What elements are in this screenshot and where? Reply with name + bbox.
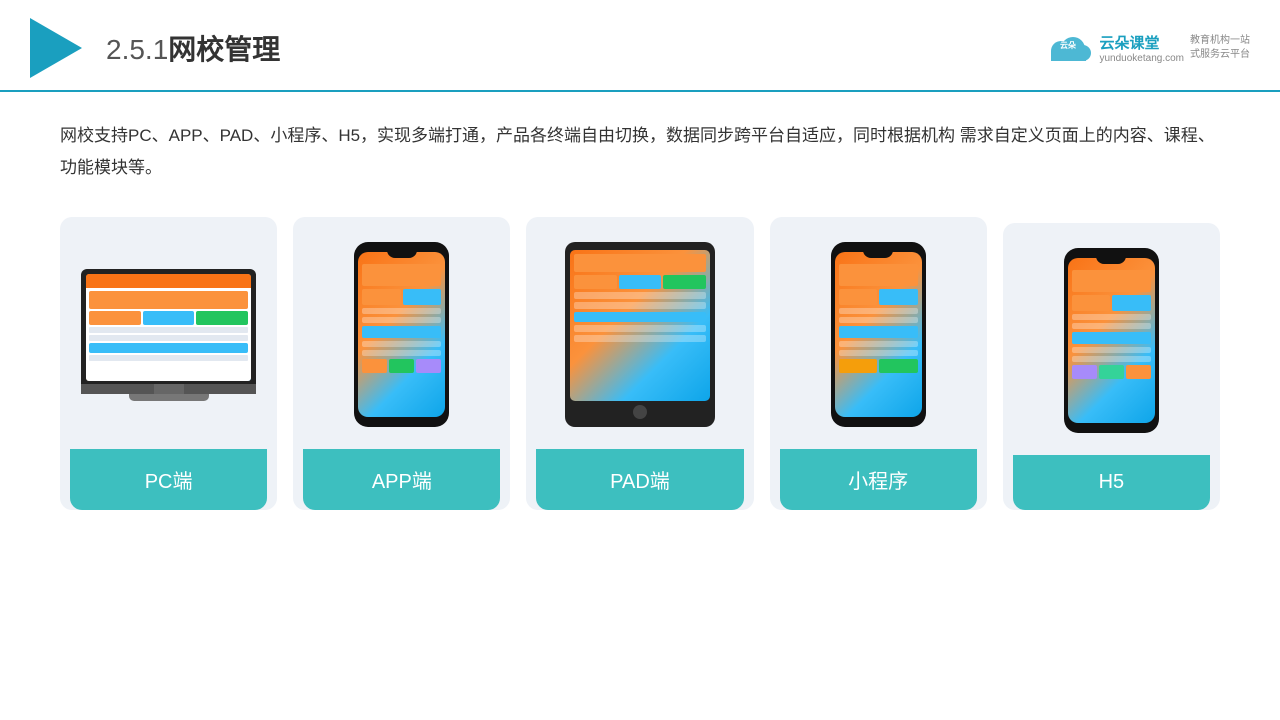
- svg-text:云朵: 云朵: [1060, 40, 1076, 50]
- h5-device-area: [1013, 241, 1210, 441]
- title-text: 网校管理: [168, 34, 280, 65]
- pc-screen-inner: [86, 274, 251, 381]
- app-phone: [354, 242, 449, 427]
- miniapp-phone-notch: [863, 250, 893, 258]
- header-left: 2.5.1网校管理: [30, 18, 280, 78]
- tablet-screen-content: [574, 254, 706, 342]
- miniapp-phone: [831, 242, 926, 427]
- page-header: 2.5.1网校管理 云朵 云朵课堂 yunduoketang.com 教育机构一…: [0, 0, 1280, 92]
- pc-base: [81, 384, 256, 394]
- cloud-icon: 云朵: [1043, 31, 1093, 66]
- miniapp-phone-screen: [835, 252, 922, 417]
- h5-phone: [1064, 248, 1159, 433]
- card-pad: PAD端: [526, 217, 753, 510]
- miniapp-phone-screen-content: [839, 264, 918, 373]
- h5-phone-screen: [1068, 258, 1155, 423]
- device-cards-container: PC端: [60, 217, 1220, 510]
- pc-device-area: [70, 235, 267, 435]
- brand-name: 云朵课堂: [1099, 32, 1184, 53]
- phone-screen: [358, 252, 445, 417]
- h5-phone-notch: [1096, 256, 1126, 264]
- logo-triangle-icon: [30, 18, 82, 78]
- miniapp-device-area: [780, 235, 977, 435]
- brand-text-block: 云朵课堂 yunduoketang.com: [1099, 32, 1184, 64]
- card-pc: PC端: [60, 217, 277, 510]
- card-miniapp: 小程序: [770, 217, 987, 510]
- page-title: 2.5.1网校管理: [106, 28, 280, 68]
- card-pc-label: PC端: [70, 449, 267, 510]
- pad-tablet: [565, 242, 715, 427]
- phone-screen-content: [362, 264, 441, 373]
- card-h5-label: H5: [1013, 455, 1210, 510]
- tablet-home-button: [633, 405, 647, 419]
- card-h5: H5: [1003, 223, 1220, 510]
- card-pad-label: PAD端: [536, 449, 743, 510]
- app-device-area: [303, 235, 500, 435]
- pc-screen-outer: [81, 269, 256, 384]
- brand-area: 云朵 云朵课堂 yunduoketang.com 教育机构一站式服务云平台: [1043, 31, 1250, 66]
- card-app: APP端: [293, 217, 510, 510]
- brand-tagline: 教育机构一站式服务云平台: [1190, 34, 1250, 62]
- section-number: 2.5.1: [106, 34, 168, 65]
- description-text: 网校支持PC、APP、PAD、小程序、H5，实现多端打通，产品各终端自由切换，数…: [60, 120, 1220, 185]
- pc-screen-content: [86, 274, 251, 381]
- pad-device-area: [536, 235, 743, 435]
- brand-url: yunduoketang.com: [1099, 53, 1184, 64]
- phone-notch: [387, 250, 417, 258]
- card-miniapp-label: 小程序: [780, 449, 977, 510]
- h5-phone-screen-content: [1072, 270, 1151, 379]
- brand-logo: 云朵 云朵课堂 yunduoketang.com 教育机构一站式服务云平台: [1043, 31, 1250, 66]
- main-content: 网校支持PC、APP、PAD、小程序、H5，实现多端打通，产品各终端自由切换，数…: [0, 92, 1280, 530]
- card-app-label: APP端: [303, 449, 500, 510]
- pc-monitor: [81, 269, 256, 401]
- tablet-screen: [570, 250, 710, 401]
- pc-stand: [129, 394, 209, 401]
